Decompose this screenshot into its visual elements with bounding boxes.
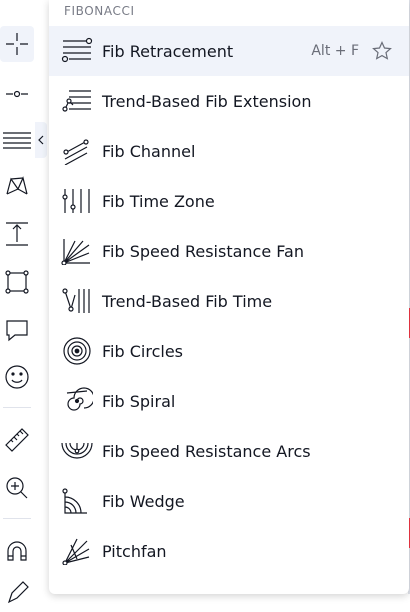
menu-item-label: Trend-Based Fib Time (102, 291, 273, 311)
menu-item-fib-time-zone[interactable]: Fib Time Zone (49, 176, 409, 226)
menu-item-label: Fib Channel (102, 141, 196, 161)
menu-item-trend-based-fib-time[interactable]: Trend-Based Fib Time (49, 276, 409, 326)
menu-item-fib-wedge[interactable]: Fib Wedge (49, 476, 409, 526)
pitchfan-icon (59, 533, 95, 569)
fib-channel-icon (59, 133, 95, 169)
menu-item-fib-speed-resistance-arcs[interactable]: Fib Speed Resistance Arcs (49, 426, 409, 476)
fib-retracement-icon (59, 33, 95, 69)
menu-item-label: Fib Circles (102, 341, 183, 361)
menu-item-pitchfan[interactable]: Pitchfan (49, 526, 409, 576)
menu-item-label: Fib Time Zone (102, 191, 215, 211)
fib-spiral-icon (59, 383, 95, 419)
magnet-icon[interactable] (0, 534, 34, 570)
trend-based-fib-extension-icon (59, 83, 95, 119)
menu-item-fib-spiral[interactable]: Fib Spiral (49, 376, 409, 426)
fibonacci-dropdown: FIBONACCI Fib Retracement Alt + F Trend-… (49, 0, 409, 594)
fib-speed-resistance-arcs-icon (59, 433, 95, 469)
section-title: FIBONACCI (64, 4, 135, 18)
patterns-icon[interactable] (0, 168, 34, 204)
ruler-icon[interactable] (0, 422, 34, 458)
fib-tools-icon[interactable] (0, 122, 34, 158)
menu-item-label: Fib Spiral (102, 391, 176, 411)
trend-based-fib-time-icon (59, 283, 95, 319)
menu-item-fib-speed-resistance-fan[interactable]: Fib Speed Resistance Fan (49, 226, 409, 276)
fib-time-zone-icon (59, 183, 95, 219)
menu-item-fib-retracement[interactable]: Fib Retracement Alt + F (49, 26, 409, 76)
measure-icon[interactable] (0, 216, 34, 252)
crosshair-icon[interactable] (0, 26, 34, 62)
fib-wedge-icon (59, 483, 95, 519)
emoji-icon[interactable] (0, 359, 34, 395)
menu-item-fib-circles[interactable]: Fib Circles (49, 326, 409, 376)
star-icon[interactable] (371, 40, 393, 62)
comment-icon[interactable] (0, 312, 34, 348)
trend-line-icon[interactable] (0, 76, 34, 112)
pencil-icon[interactable] (0, 576, 34, 612)
toolbar-divider (3, 407, 31, 408)
menu-item-label: Fib Speed Resistance Fan (102, 241, 304, 261)
fib-speed-resistance-fan-icon (59, 233, 95, 269)
collapse-arrow-icon[interactable] (35, 122, 47, 158)
toolbar-divider (3, 518, 31, 519)
menu-item-trend-based-fib-extension[interactable]: Trend-Based Fib Extension (49, 76, 409, 126)
drawing-toolbar (0, 0, 34, 604)
menu-item-label: Pitchfan (102, 541, 167, 561)
fib-circles-icon (59, 333, 95, 369)
menu-item-label: Fib Wedge (102, 491, 185, 511)
zoom-in-icon[interactable] (0, 470, 34, 506)
menu-item-label: Fib Retracement (102, 41, 234, 61)
shortcut-label: Alt + F (311, 43, 359, 59)
menu-item-label: Trend-Based Fib Extension (102, 91, 312, 111)
menu-item-label: Fib Speed Resistance Arcs (102, 441, 311, 461)
menu-item-fib-channel[interactable]: Fib Channel (49, 126, 409, 176)
shapes-icon[interactable] (0, 264, 34, 300)
